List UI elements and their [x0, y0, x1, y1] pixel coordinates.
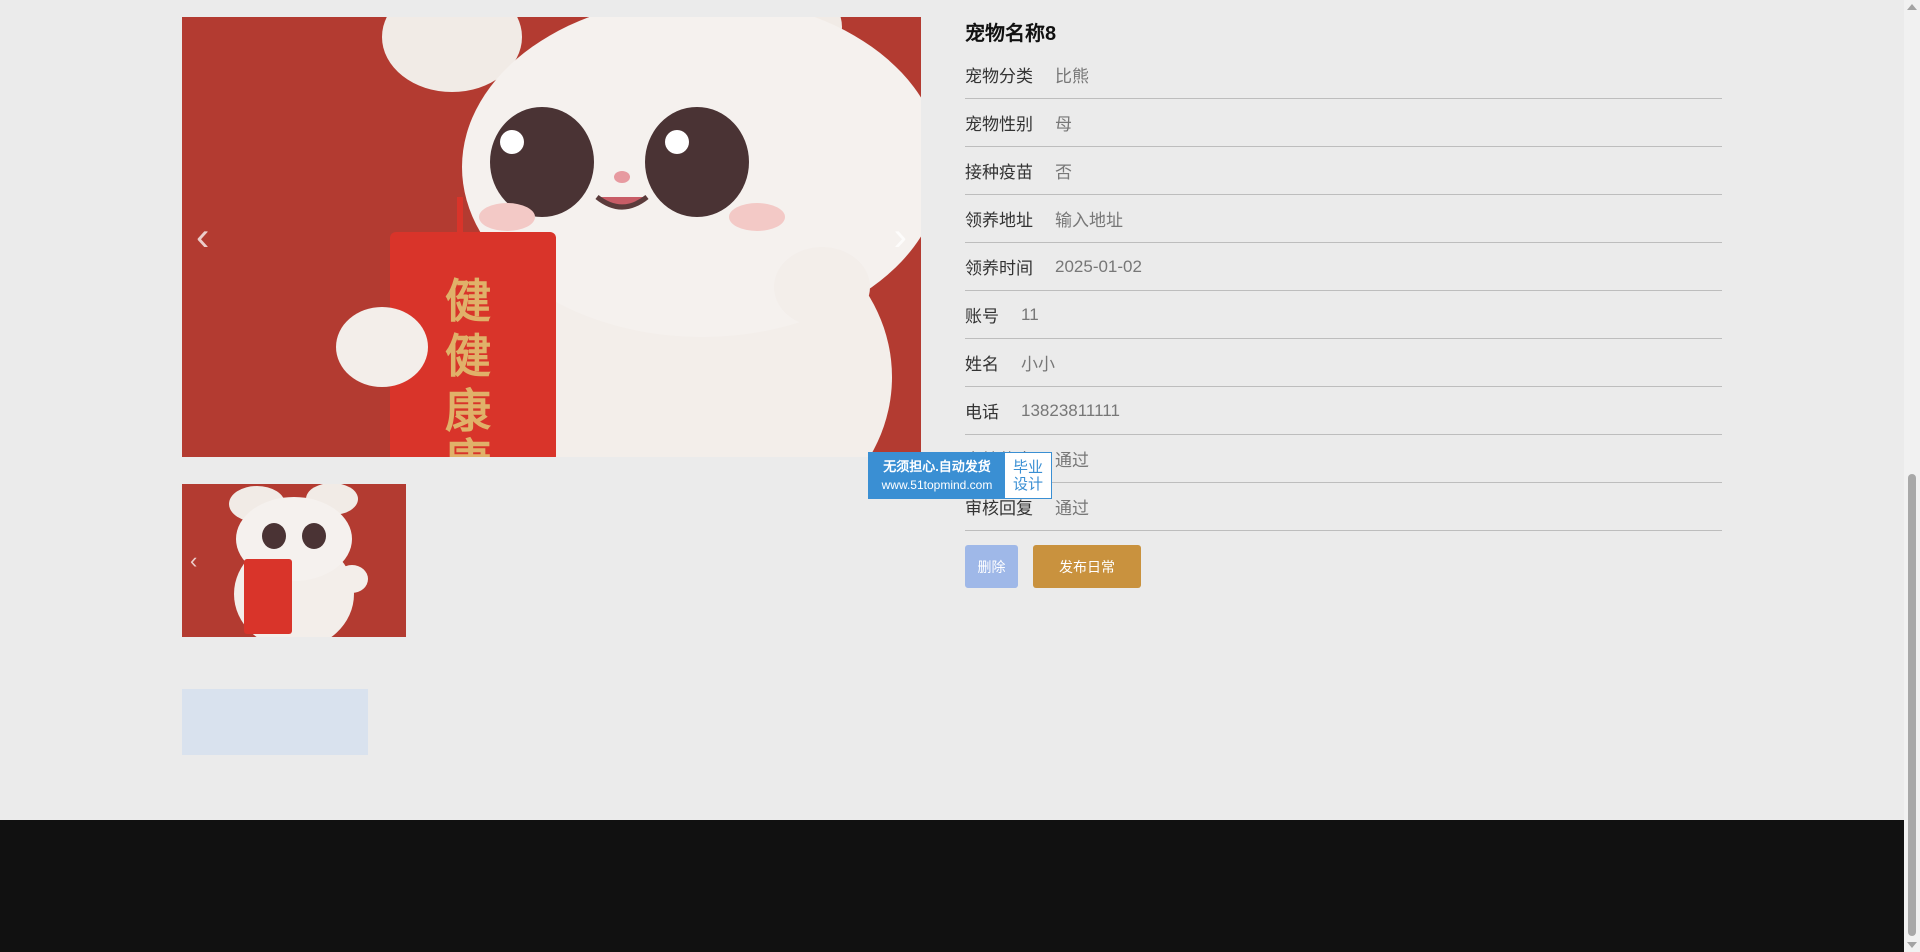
field-value: 输入地址 [1055, 211, 1123, 230]
field-value: 2025-01-02 [1055, 256, 1142, 276]
scroll-down-icon[interactable] [1907, 942, 1917, 948]
pet-image-carousel[interactable]: 健 健 康 康 ‹ › [182, 17, 921, 457]
action-bar: 删除 发布日常 [965, 545, 1722, 588]
field-label: 宠物分类 [965, 67, 1033, 86]
sign-char-2: 健 [445, 329, 491, 383]
field-label: 电话 [965, 403, 999, 422]
badge-right-line1: 毕业 [1012, 458, 1043, 476]
field-row-account: 账号 11 [965, 291, 1722, 339]
field-row-name: 姓名 小小 [965, 339, 1722, 387]
field-row-category: 宠物分类 比熊 [965, 51, 1722, 99]
pet-detail-panel: 宠物名称8 宠物分类 比熊 宠物性别 母 接种疫苗 否 领养地址 输入地址 领养… [965, 17, 1722, 588]
badge-url: www.51topmind.com [881, 477, 993, 492]
field-row-phone: 电话 13823811111 [965, 387, 1722, 435]
field-label: 姓名 [965, 355, 999, 374]
sign-char-4: 康 [445, 434, 491, 457]
field-label: 宠物性别 [965, 115, 1033, 134]
field-row-adoption-time: 领养时间 2025-01-02 [965, 243, 1722, 291]
field-label: 领养地址 [965, 211, 1033, 230]
carousel-prev-icon[interactable]: ‹ [196, 217, 209, 257]
sign-char-1: 健 [445, 274, 491, 328]
field-value: 通过 [1055, 499, 1089, 518]
scroll-up-icon[interactable] [1907, 4, 1917, 10]
pet-thumbnail[interactable]: ‹ [182, 484, 406, 637]
page-footer [0, 820, 1904, 952]
page-scrollbar[interactable] [1904, 0, 1920, 952]
watermark-badge[interactable]: 无须担心.自动发货 www.51topmind.com 毕业 设计 [868, 452, 1052, 499]
field-row-vaccine: 接种疫苗 否 [965, 147, 1722, 195]
thumbnail-prev-icon[interactable]: ‹ [190, 541, 197, 581]
sign-char-3: 康 [445, 384, 491, 438]
badge-slogan: 无须担心.自动发货 [883, 458, 991, 474]
publish-daily-button[interactable]: 发布日常 [1033, 545, 1141, 588]
carousel-next-icon[interactable]: › [894, 217, 907, 257]
field-row-review-reply: 审核回复 通过 [965, 483, 1722, 531]
field-value: 否 [1055, 163, 1072, 182]
field-value: 通过 [1055, 451, 1089, 470]
field-label: 账号 [965, 307, 999, 326]
placeholder-block [182, 689, 368, 755]
pet-photo: 健 健 康 康 [182, 17, 921, 457]
field-row-address: 领养地址 输入地址 [965, 195, 1722, 243]
field-label: 接种疫苗 [965, 163, 1033, 182]
thumbnail-photo [182, 484, 406, 637]
pet-name-title: 宠物名称8 [965, 23, 1057, 45]
badge-left: 无须担心.自动发货 www.51topmind.com [869, 453, 1005, 498]
badge-right: 毕业 设计 [1005, 453, 1051, 498]
field-row-gender: 宠物性别 母 [965, 99, 1722, 147]
field-value: 比熊 [1055, 67, 1089, 86]
scrollbar-thumb[interactable] [1908, 474, 1916, 936]
page: 健 健 康 康 ‹ › ‹ 宠物名称8 宠物分类 比熊 宠物性 [0, 0, 1904, 952]
field-value: 11 [1021, 304, 1039, 324]
field-value: 小小 [1021, 355, 1055, 374]
field-label: 领养时间 [965, 259, 1033, 278]
field-value: 母 [1055, 115, 1072, 134]
field-value: 13823811111 [1021, 400, 1120, 420]
field-row-review-status: 审核状态 通过 [965, 435, 1722, 483]
delete-button[interactable]: 删除 [965, 545, 1018, 588]
badge-right-line2: 设计 [1012, 475, 1043, 493]
